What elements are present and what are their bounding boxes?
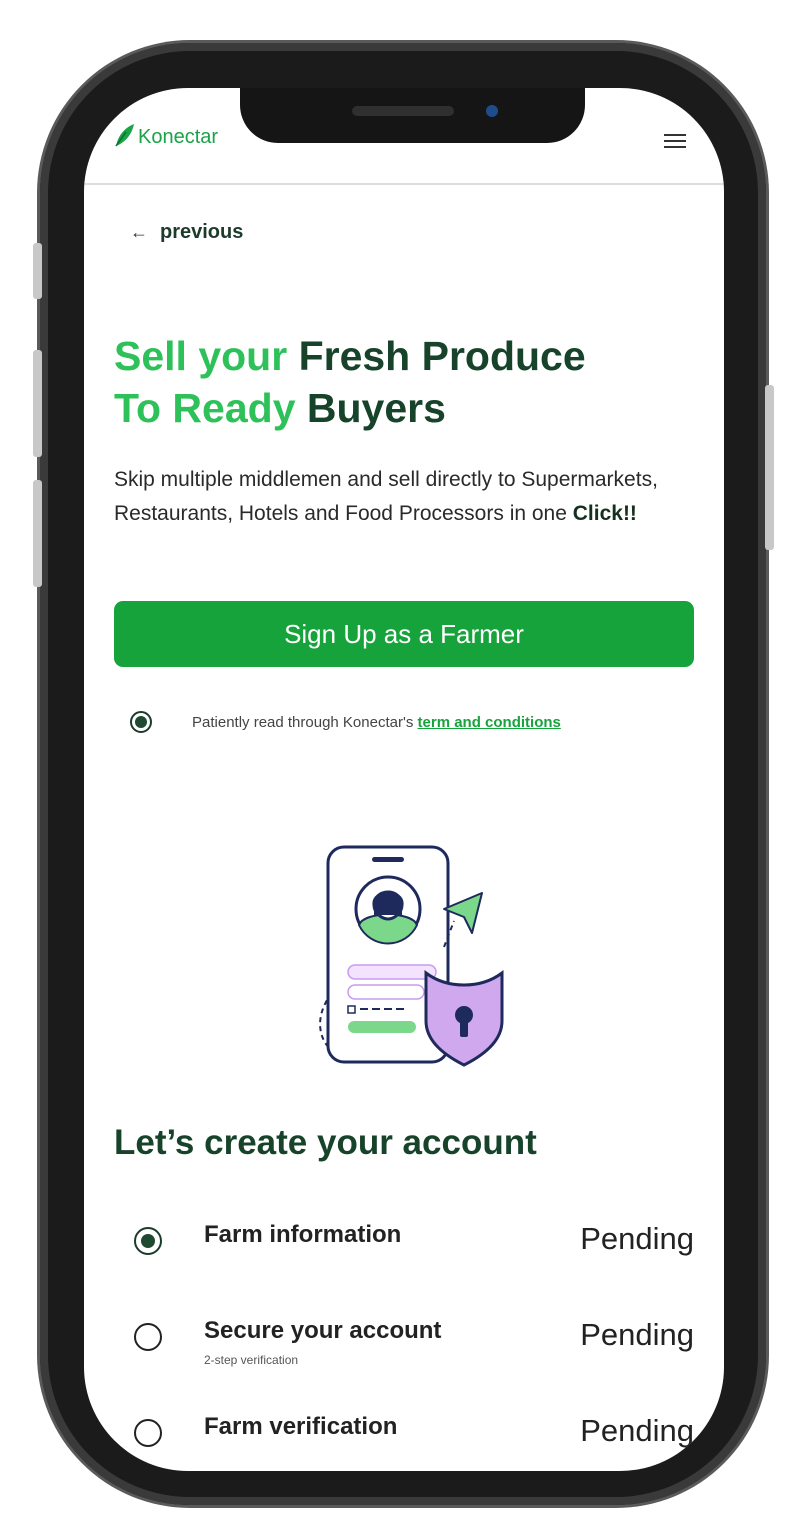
- step-status: Pending: [580, 1221, 694, 1256]
- step-name: Farm verification: [204, 1413, 398, 1440]
- speaker-grille: [352, 106, 454, 116]
- front-camera-icon: [486, 105, 498, 117]
- brand-name: Konectar: [138, 126, 219, 148]
- sign-up-farmer-button[interactable]: Sign Up as a Farmer: [114, 601, 694, 667]
- terms-text: Patiently read through Konectar's term a…: [192, 714, 561, 731]
- phone-side-button-left-1: [33, 243, 42, 299]
- phone-side-button-right: [765, 385, 774, 550]
- hero-description: Skip multiple middlemen and sell directl…: [114, 463, 704, 531]
- hamburger-menu-icon[interactable]: [664, 134, 686, 148]
- previous-link[interactable]: ← previous: [130, 221, 243, 244]
- step-secure-account[interactable]: Secure your account 2-step verification …: [134, 1317, 694, 1377]
- terms-label: Patiently read through Konectar's: [192, 713, 414, 731]
- step-radio[interactable]: [134, 1227, 162, 1255]
- phone-notch: [240, 88, 585, 143]
- hero-headline: Sell your Fresh Produce To Ready Buyers: [114, 330, 714, 434]
- step-name: Secure your account: [204, 1317, 442, 1344]
- step-status: Pending: [580, 1413, 694, 1448]
- konectar-logo[interactable]: Konectar: [112, 122, 218, 148]
- description-emphasis: Click!!: [572, 502, 637, 525]
- step-farm-information[interactable]: Farm information Pending: [134, 1221, 694, 1281]
- headline-part-2: Fresh Produce: [298, 333, 586, 379]
- phone-side-button-left-2: [33, 350, 42, 457]
- step-farm-verification[interactable]: Farm verification Pending: [134, 1413, 694, 1471]
- terms-radio[interactable]: [130, 711, 152, 733]
- step-status: Pending: [580, 1317, 694, 1352]
- leaf-icon: [115, 124, 134, 147]
- create-account-title: Let’s create your account: [114, 1123, 537, 1162]
- phone-side-button-left-3: [33, 480, 42, 587]
- arrow-left-icon: ←: [130, 222, 148, 242]
- previous-label: previous: [160, 221, 244, 243]
- terms-row: Patiently read through Konectar's term a…: [130, 711, 561, 733]
- step-name: Farm information: [204, 1221, 402, 1248]
- terms-link[interactable]: term and conditions: [418, 714, 561, 731]
- headline-part-1: Sell your: [114, 333, 288, 379]
- phone-screen: Konectar ← previous Sell your Fresh Prod…: [84, 88, 724, 1471]
- secure-signup-illustration: [319, 845, 504, 1067]
- headline-part-4: Buyers: [306, 385, 446, 431]
- step-radio[interactable]: [134, 1419, 162, 1447]
- step-radio[interactable]: [134, 1323, 162, 1351]
- step-subtitle: 2-step verification: [204, 1353, 299, 1367]
- headline-part-3: To Ready: [114, 385, 296, 431]
